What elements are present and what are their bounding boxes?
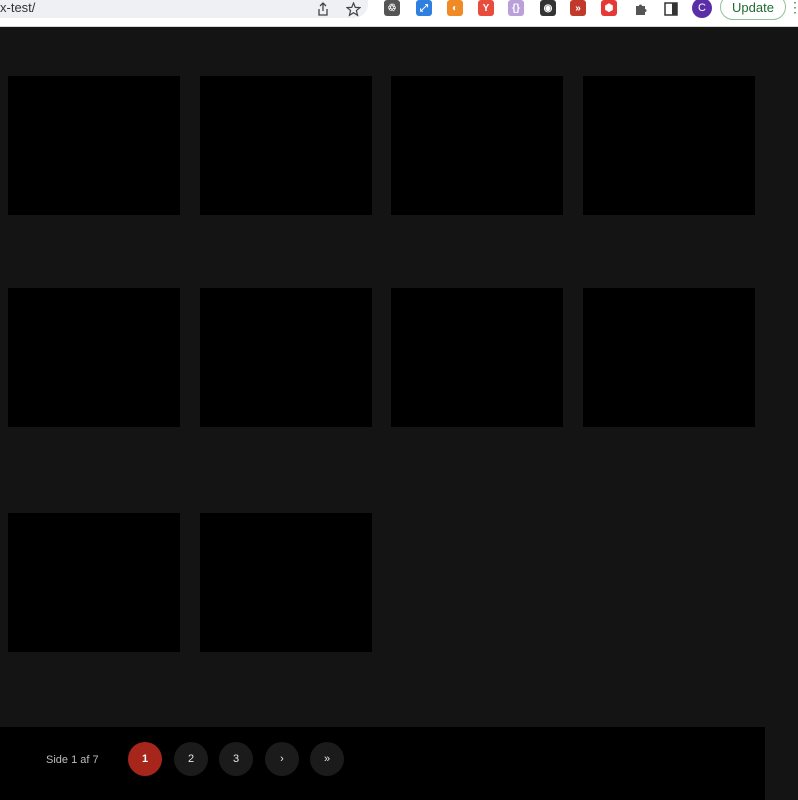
- media-tile[interactable]: [200, 513, 372, 652]
- eye-extension-icon[interactable]: ◉: [540, 0, 556, 16]
- url-text[interactable]: x-test/: [0, 0, 35, 16]
- share-icon[interactable]: [314, 0, 332, 18]
- media-tile[interactable]: [391, 76, 563, 215]
- profile-avatar[interactable]: C: [692, 0, 712, 18]
- page-count-label: Side 1 af 7: [46, 754, 99, 766]
- media-tile[interactable]: [391, 288, 563, 427]
- media-tile[interactable]: [583, 288, 755, 427]
- browser-menu-icon[interactable]: ⋮: [788, 0, 798, 18]
- forward-extension-icon[interactable]: »: [570, 0, 586, 16]
- page-2-button[interactable]: 2: [174, 742, 208, 776]
- moon-extension-icon[interactable]: ◐: [447, 0, 463, 16]
- media-tile[interactable]: [200, 288, 372, 427]
- update-button[interactable]: Update: [720, 0, 786, 20]
- shield-extension-icon[interactable]: ⬢: [601, 0, 617, 16]
- page-1-button[interactable]: 1: [128, 742, 162, 776]
- resize-extension-icon[interactable]: ⤢: [416, 0, 432, 16]
- next-page-button[interactable]: ›: [265, 742, 299, 776]
- y-extension-icon[interactable]: Y: [478, 0, 494, 16]
- extensions-puzzle-icon[interactable]: [632, 0, 650, 18]
- pagination-bar: [0, 727, 765, 800]
- media-tile[interactable]: [583, 76, 755, 215]
- media-tile[interactable]: [8, 513, 180, 652]
- media-tile[interactable]: [200, 76, 372, 215]
- media-tile[interactable]: [8, 288, 180, 427]
- recycle-icon[interactable]: ♲: [384, 0, 400, 16]
- address-bar[interactable]: x-test/: [0, 0, 368, 18]
- page-3-button[interactable]: 3: [219, 742, 253, 776]
- json-extension-icon[interactable]: {}: [508, 0, 524, 16]
- bookmark-star-icon[interactable]: [344, 0, 362, 18]
- last-page-button[interactable]: »: [310, 742, 344, 776]
- browser-toolbar: x-test/ ♲ ⤢ ◐ Y {} ◉ » ⬢ C Update ⋮: [0, 0, 798, 27]
- side-panel-icon[interactable]: [662, 0, 680, 18]
- media-tile[interactable]: [8, 76, 180, 215]
